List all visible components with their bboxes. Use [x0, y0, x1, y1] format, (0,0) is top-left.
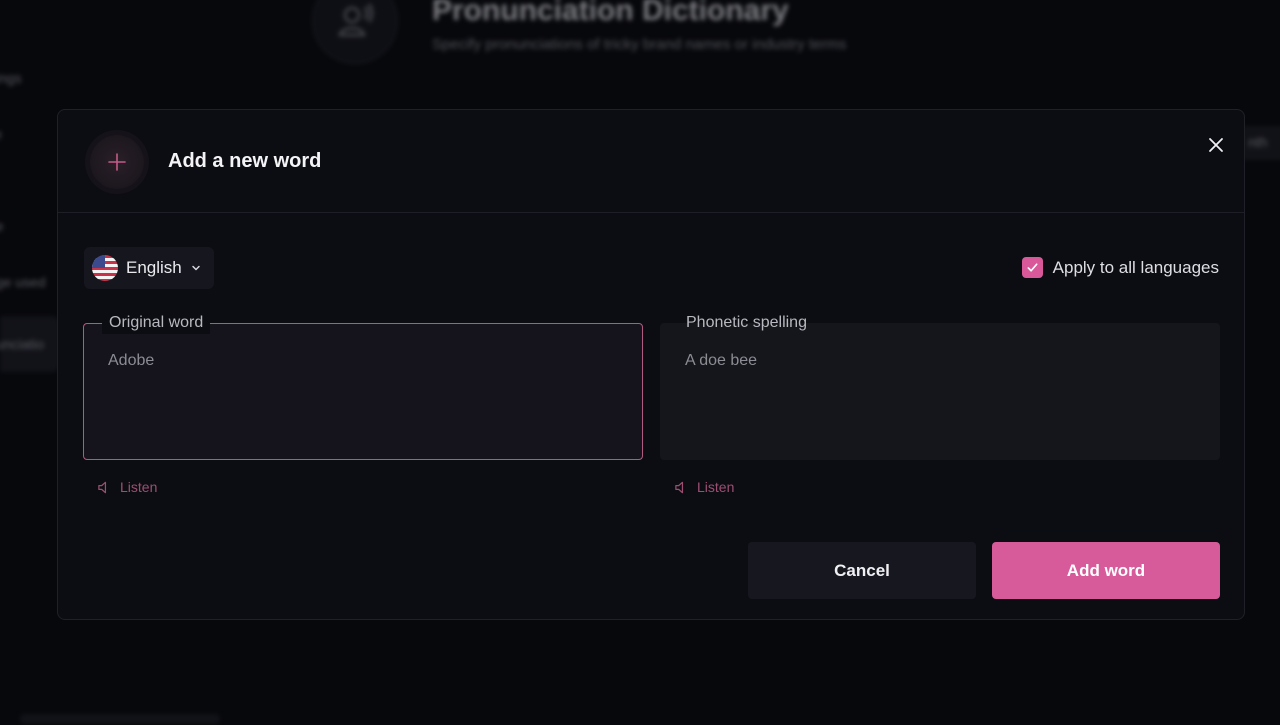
- original-word-input[interactable]: [108, 352, 618, 370]
- listen-original-label: Listen: [120, 479, 158, 495]
- background-sidebar-item: age used: [0, 274, 46, 290]
- dictionary-header-icon: [312, 0, 398, 64]
- background-sidebar-item: ttings: [0, 70, 22, 86]
- background-right-button-label: nth: [1248, 134, 1268, 150]
- phonetic-spelling-field: Phonetic spelling: [660, 314, 1220, 460]
- chevron-down-icon: [192, 265, 200, 271]
- language-select[interactable]: English: [84, 247, 214, 289]
- add-word-modal: Add a new word English Apply to all lang…: [57, 109, 1245, 620]
- apply-all-languages-toggle[interactable]: Apply to all languages: [1021, 257, 1219, 278]
- checkmark-icon: [1027, 263, 1038, 272]
- speaking-person-icon: [338, 3, 374, 37]
- original-word-label: Original word: [102, 312, 211, 334]
- cancel-button[interactable]: Cancel: [748, 542, 976, 599]
- apply-all-label: Apply to all languages: [1052, 257, 1219, 277]
- modal-title: Add a new word: [168, 150, 322, 172]
- modal-header: Add a new word: [58, 110, 1244, 213]
- speaker-icon: [675, 481, 684, 493]
- background-page-subtitle: Specify pronunciations of tricky brand n…: [432, 36, 847, 53]
- plus-icon: [108, 153, 126, 171]
- listen-phonetic-button[interactable]: Listen: [674, 479, 734, 495]
- background-sidebar-item: ge: [0, 218, 4, 234]
- phonetic-spelling-input[interactable]: [685, 352, 1195, 370]
- background-page-title: Pronunciation Dictionary: [432, 0, 789, 27]
- background-sidebar-item: ile: [0, 126, 2, 142]
- apply-all-checkbox[interactable]: [1021, 257, 1043, 278]
- close-button[interactable]: [1204, 133, 1228, 157]
- language-select-label: English: [126, 258, 182, 277]
- plus-badge: [90, 135, 144, 189]
- background-sidebar-item: nunciatio: [0, 336, 45, 352]
- listen-original-button[interactable]: Listen: [97, 479, 157, 495]
- listen-phonetic-label: Listen: [697, 479, 735, 495]
- background-bottom-bar: [20, 714, 220, 724]
- add-word-button[interactable]: Add word: [992, 542, 1220, 599]
- close-icon: [1209, 138, 1223, 152]
- us-flag-icon: [92, 255, 118, 281]
- phonetic-spelling-label: Phonetic spelling: [686, 314, 807, 331]
- original-word-field: Original word: [83, 312, 643, 460]
- speaker-icon: [98, 481, 111, 493]
